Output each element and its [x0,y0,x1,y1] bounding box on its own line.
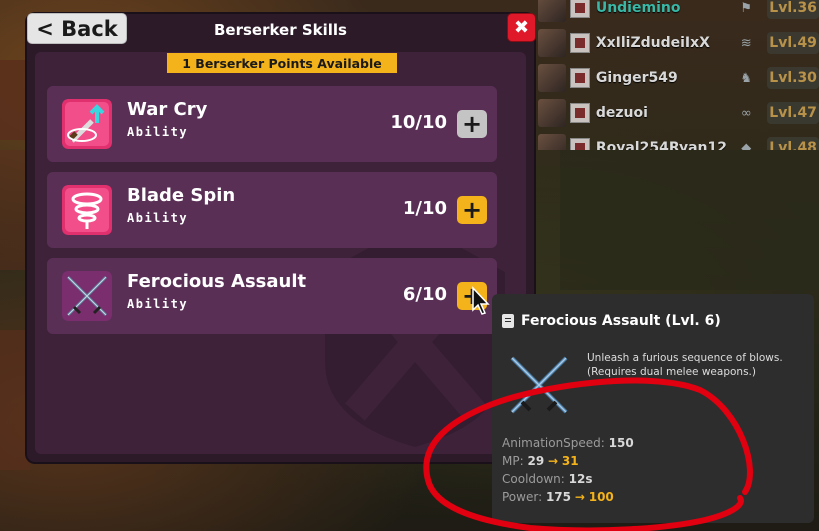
skill-points: 1/10 [402,198,447,219]
mouse-cursor-icon [472,286,490,315]
scroll-icon [502,314,514,328]
war-cry-icon [62,99,112,149]
player-avatar [538,99,566,127]
skill-row-war-cry[interactable]: War Cry Ability 10/10 + [47,86,497,162]
leaderboard-row[interactable]: dezuoi ∞ Lvl.47 [538,99,819,127]
player-headshot [569,0,590,18]
player-headshot [569,33,590,53]
skill-row-blade-spin[interactable]: Blade Spin Ability 1/10 + [47,172,497,248]
player-level: Lvl.48 [767,137,819,150]
wizard-icon: ⚑ [740,0,753,16]
player-name: dezuoi [595,105,648,121]
panel-title: Berserker Skills [213,21,347,39]
stat-row: Cooldown: 12s [502,470,634,488]
wall-block [0,60,30,140]
player-name: Ginger549 [595,70,678,86]
stat-label: Cooldown: [502,472,565,486]
stat-label: MP: [502,454,524,468]
stat-next-value: 100 [588,490,614,504]
stat-value: 150 [608,436,634,450]
tooltip-title-text: Ferocious Assault (Lvl. 6) [521,313,721,329]
blade-spin-icon [62,185,112,235]
player-level: Lvl.36 [767,0,819,19]
shield-icon: ◆ [741,140,752,151]
crossed-swords-icon [510,356,568,414]
player-leaderboard: Undiemino ⚑ Lvl.36 XxIliZdudeiIxX ≋ Lvl.… [538,0,819,150]
skill-points: 10/10 [390,112,447,133]
tooltip-title: Ferocious Assault (Lvl. 6) [502,313,721,329]
stat-row: Power: 175 → 100 [502,488,634,506]
upgrade-arrow-icon: → [574,490,585,504]
close-button[interactable]: ✖ [507,13,536,42]
wing-icon: ≋ [740,35,752,51]
back-button[interactable]: < Back [27,13,127,44]
player-headshot [569,68,590,88]
crossed-swords-icon [62,271,112,321]
upgrade-arrow-icon: → [548,454,559,468]
stat-value: 175 [545,490,572,504]
player-name: Undiemino [595,0,681,16]
leaderboard-row[interactable]: XxIliZdudeiIxX ≋ Lvl.49 [538,29,819,57]
leaderboard-row[interactable]: Undiemino ⚑ Lvl.36 [538,0,819,22]
available-points-banner: 1 Berserker Points Available [167,53,397,73]
player-level: Lvl.47 [767,102,819,124]
leaderboard-row[interactable]: Ginger549 ♞ Lvl.30 [538,64,819,92]
skill-type: Ability [127,211,189,225]
player-avatar [538,29,566,57]
add-point-button[interactable]: + [457,110,487,138]
skill-name: Blade Spin [127,185,236,206]
leaderboard-row[interactable]: Royal254Ryan12 ◆ Lvl.48 [538,134,819,150]
player-level: Lvl.49 [767,32,819,54]
skill-points: 6/10 [402,284,447,305]
stat-label: AnimationSpeed: [502,436,605,450]
wall-block [0,150,28,270]
player-headshot [569,138,590,150]
add-point-button[interactable]: + [457,196,487,224]
player-name: Royal254Ryan12 [595,140,727,150]
skill-type: Ability [127,125,189,139]
player-name: XxIliZdudeiIxX [595,35,710,51]
stat-row: MP: 29 → 31 [502,452,634,470]
player-level: Lvl.30 [767,67,819,89]
skill-type: Ability [127,297,189,311]
player-avatar [538,64,566,92]
player-headshot [569,103,590,123]
player-avatar [538,134,566,150]
player-avatar [538,0,566,22]
skill-row-ferocious-assault[interactable]: Ferocious Assault Ability 6/10 + [47,258,497,334]
tooltip-description: Unleash a furious sequence of blows. (Re… [587,352,783,378]
link-icon: ∞ [740,105,752,121]
stat-row: AnimationSpeed: 150 [502,434,634,452]
tooltip-stats: AnimationSpeed: 150 MP: 29 → 31 Cooldown… [502,434,634,506]
skill-tooltip: Ferocious Assault (Lvl. 6) Unleash a fur… [492,294,814,523]
skill-name: War Cry [127,99,208,120]
wolf-icon: ♞ [740,70,753,86]
stat-next-value: 31 [561,454,579,468]
ground-block [560,150,819,290]
wall-block [0,330,30,470]
stat-value: 12s [568,472,593,486]
stat-value: 29 [527,454,545,468]
skill-name: Ferocious Assault [127,271,307,292]
stat-label: Power: [502,490,543,504]
